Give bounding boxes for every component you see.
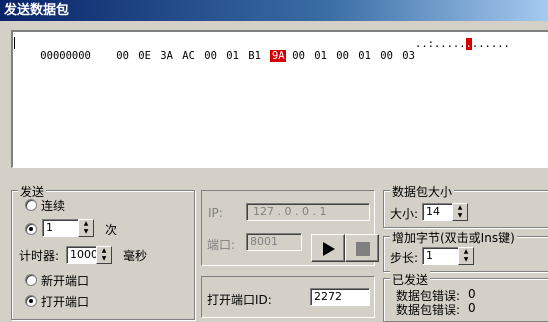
hex-byte[interactable]: 00: [380, 50, 402, 62]
sent-error-value-1: 0: [468, 287, 476, 301]
hex-byte[interactable]: 3A: [160, 50, 182, 62]
hex-byte[interactable]: 00: [204, 50, 226, 62]
size-input[interactable]: 14: [422, 203, 454, 221]
spin-up-icon[interactable]: ▲: [459, 248, 473, 256]
continuous-label: 连续: [41, 199, 66, 213]
stop-icon: [356, 242, 370, 256]
window-title: 发送数据包: [0, 0, 548, 21]
hex-byte[interactable]: 00: [336, 50, 358, 62]
spin-up-icon[interactable]: ▲: [453, 204, 467, 212]
hex-byte[interactable]: 01: [314, 50, 336, 62]
hex-byte[interactable]: 01: [358, 50, 380, 62]
spin-down-icon[interactable]: ▼: [97, 255, 111, 263]
hex-byte[interactable]: 01: [226, 50, 248, 62]
packet-size-title: 数据包大小: [390, 183, 455, 200]
port-field[interactable]: 8001: [246, 233, 302, 251]
times-input[interactable]: 1: [42, 219, 80, 237]
open-port-id-label: 打开端口ID:: [207, 293, 272, 307]
hex-byte[interactable]: 00: [116, 50, 138, 62]
packet-size-group: 数据包大小 大小: 14 ▲ ▼: [383, 183, 548, 228]
new-port-radio[interactable]: [25, 274, 37, 286]
hex-editor[interactable]: 00000000 00 0E 3A AC 00 01 B1 9A 00 01 00 01 00 03 ..:…: [11, 30, 548, 168]
hex-offset: 00000000: [40, 50, 91, 62]
size-spinner[interactable]: ▲ ▼: [452, 203, 468, 221]
ascii-line[interactable]: ..:............: [415, 38, 510, 50]
open-port-radio[interactable]: [25, 295, 37, 307]
spin-up-icon[interactable]: ▲: [79, 220, 93, 228]
sent-error-value-2: 0: [468, 301, 476, 315]
step-label: 步长:: [390, 251, 419, 265]
hex-byte[interactable]: 03: [402, 50, 424, 62]
stop-button[interactable]: [345, 234, 379, 262]
hex-bytes[interactable]: 00 0E 3A AC 00 01 B1 9A 00 01 00 01 00 03: [116, 50, 424, 62]
times-spinner[interactable]: ▲ ▼: [78, 219, 94, 237]
ip-label: IP:: [208, 206, 223, 220]
hex-byte[interactable]: AC: [182, 50, 204, 62]
hex-scrollbar[interactable]: [11, 168, 548, 172]
hex-byte[interactable]: 00: [292, 50, 314, 62]
continuous-radio[interactable]: [25, 199, 37, 211]
spin-down-icon[interactable]: ▼: [79, 228, 93, 236]
open-port-id-field[interactable]: 2272: [310, 288, 370, 306]
ip-address-field[interactable]: 127 . 0 . 0 . 1: [246, 203, 370, 221]
spin-down-icon[interactable]: ▼: [459, 256, 473, 264]
ascii-before: ..:.....: [415, 38, 466, 50]
size-label: 大小:: [390, 207, 419, 221]
step-spinner[interactable]: ▲ ▼: [458, 247, 474, 265]
ascii-after: ......: [471, 38, 510, 50]
new-port-label: 新开端口: [41, 274, 90, 288]
sent-error-label-2: 数据包错误:: [396, 303, 461, 317]
send-group: 发送 连续 1 ▲ ▼ 次 计时器: 1000 ▲ ▼ 毫秒 新开端口 打开端口: [11, 183, 195, 320]
timer-spinner[interactable]: ▲ ▼: [96, 246, 112, 264]
timer-unit: 毫秒: [123, 249, 148, 263]
timer-label: 计时器:: [19, 249, 60, 263]
sent-title: 已发送: [390, 271, 431, 288]
open-port-label: 打开端口: [41, 295, 90, 309]
increment-group: 增加字节(双击或Ins键) 步长: 1 ▲ ▼: [383, 229, 548, 272]
increment-title: 增加字节(双击或Ins键): [390, 229, 517, 246]
sent-group: 已发送 数据包错误: 0 数据包错误: 0: [383, 271, 548, 322]
times-radio[interactable]: [25, 223, 37, 235]
step-input[interactable]: 1: [422, 247, 460, 265]
play-icon: [323, 242, 335, 256]
spin-down-icon[interactable]: ▼: [453, 212, 467, 220]
hex-byte[interactable]: 9A: [270, 50, 287, 62]
port-label: 端口:: [207, 238, 236, 252]
hex-line[interactable]: 00000000 00 0E 3A AC 00 01 B1 9A 00 01 00 01 00 03: [15, 38, 424, 74]
times-unit: 次: [105, 223, 118, 237]
timer-input[interactable]: 1000: [66, 246, 98, 264]
hex-byte[interactable]: B1: [248, 50, 270, 62]
spin-up-icon[interactable]: ▲: [97, 247, 111, 255]
hex-byte[interactable]: 0E: [138, 50, 160, 62]
play-button[interactable]: [311, 234, 345, 262]
